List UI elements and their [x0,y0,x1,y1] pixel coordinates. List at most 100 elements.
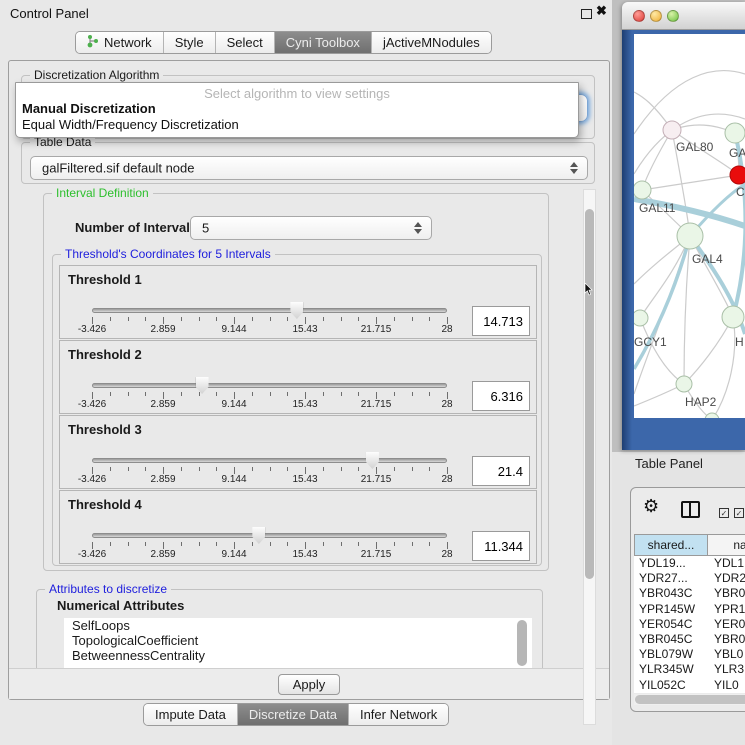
network-node[interactable] [730,166,745,184]
interval-definition-group: Interval Definition Number of Intervals … [43,193,549,571]
threshold-value-field[interactable] [472,306,530,336]
dropdown-option-equal-width[interactable]: Equal Width/Frequency Discretization [16,117,578,133]
cell-shared-name[interactable]: YIL052C [634,678,708,693]
tick-mark [447,467,448,474]
table-row[interactable]: YLR345WYLR3 [634,662,745,677]
network-node[interactable] [722,306,744,328]
attribute-list-item[interactable]: SelfLoops [64,618,532,633]
close-icon[interactable]: ✖ [596,3,607,19]
tab-style[interactable]: Style [163,32,215,53]
network-node[interactable] [634,181,651,199]
network-node[interactable] [676,376,692,392]
tick-mark [323,467,324,471]
node-attribute-table: shared... na YDL19...YDL1YDR27...YDR2YBR… [634,534,745,694]
tab-select[interactable]: Select [215,32,274,53]
vertical-scrollbar[interactable] [583,189,596,725]
table-row[interactable]: YBR045CYBR0 [634,632,745,647]
cell-name[interactable]: YDL1 [708,556,745,571]
cell-name[interactable]: YER0 [708,617,745,632]
minimize-traffic-light-icon[interactable] [650,10,662,22]
tick-mark [163,392,164,399]
network-window-titlebar[interactable] [622,2,745,30]
apply-button[interactable]: Apply [278,674,340,695]
cell-shared-name[interactable]: YER054C [634,617,708,632]
threshold-value-field[interactable] [472,456,530,486]
tick-label: -3.426 [78,399,106,410]
attribute-list-item[interactable]: BetweennessCentrality [64,648,532,663]
slider-track[interactable] [92,308,447,313]
network-node[interactable] [634,310,648,326]
dropdown-option-manual[interactable]: Manual Discretization [16,101,578,117]
cell-shared-name[interactable]: YBR043C [634,586,708,601]
tick-label: 9.144 [221,399,246,410]
vertical-scrollbar-thumb[interactable] [585,209,594,579]
tab-jactivemnodules[interactable]: jActiveMNodules [371,32,491,53]
cell-shared-name[interactable]: YPR145W [634,602,708,617]
checkbox-icon[interactable]: ✓ [719,508,729,518]
column-header-shared-name[interactable]: shared... [635,535,708,555]
cell-name[interactable]: YLR3 [708,662,745,677]
tab-discretize-data[interactable]: Discretize Data [237,704,348,725]
group-title: Threshold's Coordinates for 5 Intervals [61,247,275,261]
top-tab-bar: Network Style Select Cyni Toolbox jActiv… [75,31,492,54]
threshold-3-panel: Threshold 3 -3.4262.8599.14415.4321.7152… [59,415,537,489]
slider-tick-labels: -3.4262.8599.14415.4321.71528 [92,399,448,410]
tab-network[interactable]: Network [76,32,163,53]
column-layout-icon[interactable] [681,501,700,518]
table-row[interactable]: YBL079WYBL0 [634,647,745,662]
cell-name[interactable]: YDR2 [708,571,745,586]
tick-mark [412,317,413,321]
threshold-value-field[interactable] [472,531,530,561]
slider-track[interactable] [92,383,447,388]
float-window-icon[interactable] [581,9,592,19]
network-node[interactable] [705,413,719,418]
cell-shared-name[interactable]: YDL19... [634,556,708,571]
network-canvas[interactable]: GAL80GACGAL11GAL4GCY1HHAP2 [634,34,745,418]
tick-mark [110,542,111,546]
cell-shared-name[interactable]: YDR27... [634,571,708,586]
cell-name[interactable]: YBR0 [708,632,745,647]
network-node[interactable] [663,121,681,139]
tick-mark [412,392,413,396]
slider-track[interactable] [92,533,447,538]
cell-shared-name[interactable]: YLR345W [634,662,708,677]
checkbox-icon[interactable]: ✓ [734,508,744,518]
close-traffic-light-icon[interactable] [633,10,645,22]
table-row[interactable]: YDR27...YDR2 [634,571,745,586]
list-scrollbar[interactable] [517,620,527,666]
algorithm-dropdown-popup: Select algorithm to view settings Manual… [15,82,579,138]
tick-mark [92,317,93,324]
tick-label: 15.43 [292,399,317,410]
tick-mark [216,392,217,396]
tab-cyni-toolbox[interactable]: Cyni Toolbox [274,32,371,53]
horizontal-scrollbar-thumb[interactable] [635,695,745,704]
threshold-value-field[interactable] [472,381,530,411]
cell-name[interactable]: YIL0 [708,678,745,693]
cell-name[interactable]: YBR0 [708,586,745,601]
attribute-list-item[interactable]: TopologicalCoefficient [64,633,532,648]
horizontal-scrollbar[interactable] [634,694,745,705]
numerical-attributes-list[interactable]: SelfLoopsTopologicalCoefficientBetweenne… [64,618,532,669]
tick-mark [323,542,324,546]
table-row[interactable]: YPR145WYPR1 [634,602,745,617]
tab-infer-network[interactable]: Infer Network [348,704,448,725]
table-row[interactable]: YIL052CYIL0 [634,678,745,693]
network-node[interactable] [677,223,703,249]
table-row[interactable]: YDL19...YDL1 [634,556,745,571]
zoom-traffic-light-icon[interactable] [667,10,679,22]
tab-impute-data[interactable]: Impute Data [144,704,237,725]
cell-shared-name[interactable]: YBR045C [634,632,708,647]
table-data-combobox[interactable]: galFiltered.sif default node [30,156,588,180]
cell-name[interactable]: YPR1 [708,602,745,617]
tick-mark [323,317,324,321]
gear-icon[interactable]: ⚙ [643,496,659,517]
cell-shared-name[interactable]: YBL079W [634,647,708,662]
slider-track[interactable] [92,458,447,463]
number-of-intervals-combobox[interactable]: 5 [190,216,432,240]
table-row[interactable]: YER054CYER0 [634,617,745,632]
cell-name[interactable]: YBL0 [708,647,745,662]
network-node[interactable] [725,123,745,143]
table-row[interactable]: YBR043CYBR0 [634,586,745,601]
column-header-name[interactable]: na [708,535,745,555]
tick-mark [110,392,111,396]
